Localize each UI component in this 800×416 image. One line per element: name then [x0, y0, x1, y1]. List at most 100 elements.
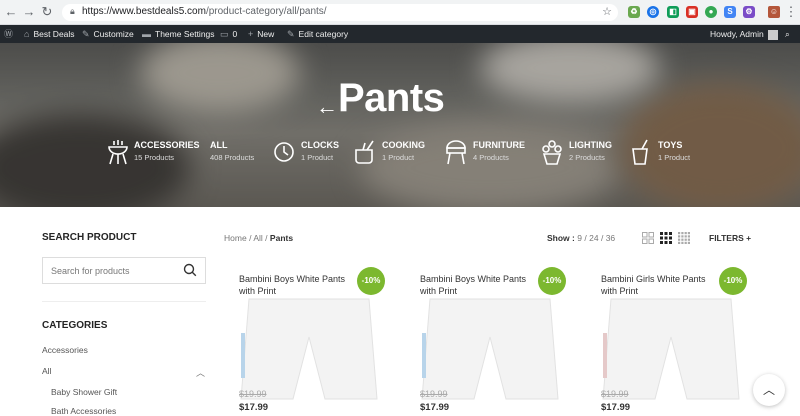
product-card[interactable]: Bambini Boys White Pants with Print -10%…	[239, 265, 389, 414]
old-price: $19.99	[239, 389, 267, 399]
product-name[interactable]: Bambini Boys White Pants with Print	[420, 273, 530, 297]
search-product-title: SEARCH PRODUCT	[42, 232, 137, 243]
new-label: New	[257, 29, 275, 39]
grid-4-columns-icon[interactable]	[678, 232, 690, 244]
category-count: 408 Products	[210, 153, 255, 162]
extension-recycle-icon[interactable]: ♻	[628, 6, 640, 18]
product-card[interactable]: Bambini Boys White Pants with Print -10%…	[420, 265, 570, 414]
extension-green-icon[interactable]: ◧	[667, 6, 679, 18]
breadcrumb-separator: /	[265, 233, 268, 243]
home-icon: ⌂	[24, 29, 30, 39]
extension-gear-icon[interactable]: ⚙	[743, 6, 755, 18]
sale-price: $17.99	[601, 402, 631, 413]
admin-comments[interactable]: ▭ 0	[220, 25, 237, 43]
plus-icon: +	[746, 233, 752, 243]
show-separator: /	[600, 233, 604, 243]
sale-price: $17.99	[420, 402, 450, 413]
product-name[interactable]: Bambini Boys White Pants with Print	[239, 273, 349, 297]
admin-new[interactable]: + New	[248, 25, 274, 43]
chevron-up-icon: ︿	[762, 383, 775, 397]
product-name[interactable]: Bambini Girls White Pants with Print	[601, 273, 711, 297]
admin-site-name[interactable]: ⌂ Best Deals	[24, 25, 75, 43]
grid-2-columns-icon[interactable]	[642, 232, 654, 244]
category-count: 1 Product	[382, 153, 415, 162]
extension-circle-icon[interactable]: ●	[705, 6, 717, 18]
back-arrow-icon[interactable]: ←	[316, 94, 338, 120]
breadcrumb-home[interactable]: Home	[224, 233, 247, 243]
category-name: ALL	[210, 140, 228, 150]
bookmark-star-icon[interactable]: ☆	[602, 5, 612, 18]
category-name: LIGHTING	[569, 140, 612, 150]
grid-3-columns-icon[interactable]	[660, 232, 672, 244]
search-input[interactable]	[51, 264, 176, 278]
show-option-9[interactable]: 9	[577, 233, 582, 243]
sidebar-link-all[interactable]: All	[42, 366, 51, 376]
breadcrumb-all[interactable]: All	[253, 233, 262, 243]
pencil-icon: ✎	[287, 29, 295, 39]
lamp-icon	[542, 140, 562, 165]
category-name: CLOCKS	[301, 140, 339, 150]
url-text: https://www.bestdeals5.com/product-categ…	[82, 6, 327, 17]
sidebar-link-baby-shower-gift[interactable]: Baby Shower Gift	[51, 387, 117, 397]
theme-settings-label: Theme Settings	[155, 29, 215, 39]
extension-shield-icon[interactable]: ◎	[647, 6, 659, 18]
admin-theme-settings[interactable]: ▬ Theme Settings	[142, 25, 215, 43]
wordpress-logo-icon[interactable]: Ⓦ	[4, 25, 17, 43]
profile-avatar[interactable]: ☺	[768, 6, 780, 18]
menu-dots-icon[interactable]: ⋮	[784, 5, 798, 19]
cooking-pot-icon	[355, 140, 374, 164]
sale-badge: -10%	[357, 267, 385, 295]
old-price: $19.99	[601, 389, 629, 399]
breadcrumb: Home / All / Pants	[224, 233, 293, 243]
comments-count: 0	[232, 29, 238, 39]
back-icon[interactable]: ←	[4, 5, 18, 19]
categories-title: CATEGORIES	[42, 320, 108, 331]
chevron-up-icon[interactable]: ︿	[196, 366, 205, 379]
old-price: $19.99	[420, 389, 448, 399]
show-separator: /	[584, 233, 587, 243]
category-name: TOYS	[658, 140, 683, 150]
search-box	[42, 257, 206, 284]
cup-icon	[632, 139, 648, 165]
show-option-24[interactable]: 24	[589, 233, 598, 243]
lock-icon: 🔒︎	[70, 6, 75, 16]
admin-edit-category[interactable]: ✎ Edit category	[287, 25, 348, 43]
category-hero: ← Pants ACCESSORIES 15 Products ALL 408 …	[0, 43, 800, 207]
admin-avatar	[767, 29, 778, 40]
sidebar-link-bath-accessories[interactable]: Bath Accessories	[51, 406, 116, 416]
admin-account[interactable]: Howdy, Admin	[710, 25, 778, 43]
sale-price: $17.99	[239, 402, 269, 413]
browser-toolbar: ← → ↻ 🔒︎ https://www.bestdeals5.com/prod…	[0, 0, 800, 25]
brush-icon: ✎	[82, 29, 90, 39]
filters-button[interactable]: FILTERS +	[709, 233, 751, 243]
address-bar[interactable]: 🔒︎ https://www.bestdeals5.com/product-ca…	[62, 4, 618, 21]
scroll-to-top-button[interactable]: ︿	[753, 374, 785, 406]
clock-icon	[274, 142, 294, 162]
extension-s-icon[interactable]: S	[724, 6, 736, 18]
url-domain: https://www.bestdeals5.com	[82, 6, 206, 17]
admin-customize[interactable]: ✎ Customize	[82, 25, 134, 43]
folder-icon: ▬	[142, 29, 151, 39]
search-icon[interactable]	[183, 263, 197, 277]
category-name: COOKING	[382, 140, 426, 150]
show-label: Show :	[547, 233, 575, 243]
edit-category-label: Edit category	[298, 29, 349, 39]
breadcrumb-separator: /	[249, 233, 252, 243]
customize-label: Customize	[93, 29, 134, 39]
grill-icon	[446, 140, 466, 165]
url-path: /product-category/all/pants/	[205, 6, 327, 17]
category-name: FURNITURE	[473, 140, 525, 150]
page-title: Pants	[338, 76, 445, 120]
category-count: 2 Products	[569, 153, 605, 162]
forward-icon[interactable]: →	[22, 5, 36, 19]
extension-red-icon[interactable]: ▣	[686, 6, 698, 18]
sidebar-link-accessories[interactable]: Accessories	[42, 345, 88, 355]
howdy-label: Howdy, Admin	[710, 29, 764, 39]
product-card[interactable]: Bambini Girls White Pants with Print -10…	[601, 265, 751, 414]
sale-badge: -10%	[538, 267, 566, 295]
admin-search-icon[interactable]: ⌕	[785, 25, 790, 43]
wp-admin-bar: Ⓦ ⌂ Best Deals ✎ Customize ▬ Theme Settings…	[0, 25, 800, 43]
breadcrumb-current: Pants	[269, 233, 294, 243]
show-option-36[interactable]: 36	[606, 233, 615, 243]
reload-icon[interactable]: ↻	[40, 5, 54, 19]
